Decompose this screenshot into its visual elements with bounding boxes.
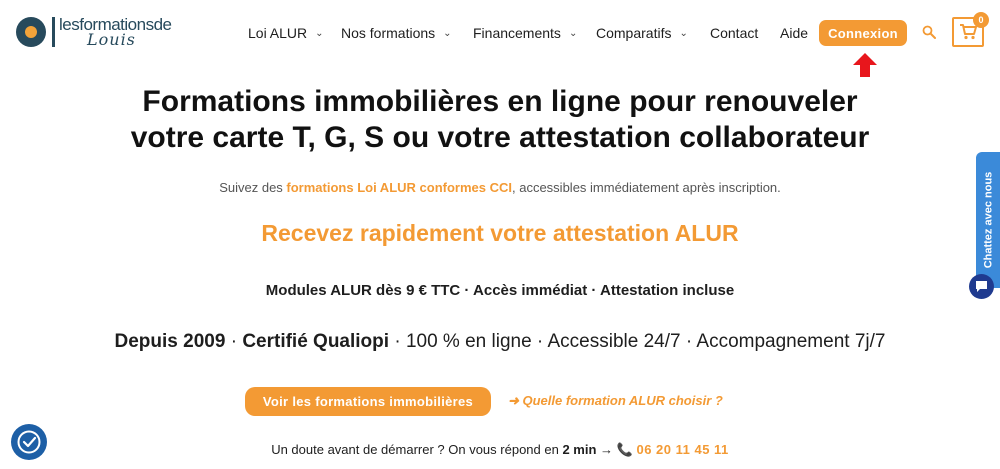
logo-mark xyxy=(16,17,46,47)
hero-title-line2: votre carte T, G, S ou votre attestation… xyxy=(130,121,870,154)
cart-count-badge: 0 xyxy=(973,12,989,28)
hero-subline: Suivez des formations Loi ALUR conformes… xyxy=(0,180,1000,195)
chat-tab[interactable]: Chattez avec nous xyxy=(976,152,1000,288)
chevron-down-icon: ⌄ xyxy=(568,27,578,39)
nav-label: Nos formations xyxy=(341,25,436,41)
subline-highlight-link[interactable]: formations Loi ALUR conformes CCI xyxy=(286,180,512,195)
trust-separator: · xyxy=(225,331,243,352)
chat-tab-label: Chattez avec nous xyxy=(982,171,994,269)
accessibility-glyph xyxy=(17,430,41,454)
which-formation-link[interactable]: ➜ Quelle formation ALUR choisir ? xyxy=(508,393,723,409)
nav-label: Contact xyxy=(710,25,759,41)
connexion-button[interactable]: Connexion xyxy=(819,20,907,46)
logo-line2: Louis xyxy=(87,30,136,49)
modules-line: Modules ALUR dès 9 € TTC · Accès immédia… xyxy=(265,282,735,299)
logo-bar xyxy=(52,17,55,47)
contact-line: Un doute avant de démarrer ? On vous rép… xyxy=(0,442,1000,458)
phone-icon: 📞 xyxy=(616,442,633,457)
contact-arrow: → xyxy=(596,442,617,457)
red-up-arrow-icon xyxy=(853,53,877,77)
search-icon[interactable] xyxy=(922,25,936,39)
nav-item-aide[interactable]: Aide xyxy=(780,22,808,44)
nav-item-loi-alur[interactable]: Loi ALUR ⌄ xyxy=(248,22,324,44)
view-formations-button[interactable]: Voir les formations immobilières xyxy=(245,387,491,416)
trust-qualiopi: Certifié Qualiopi xyxy=(242,331,390,352)
chevron-down-icon: ⌄ xyxy=(679,27,688,39)
chat-bubble-glyph xyxy=(976,281,987,292)
nav-label: Comparatifs xyxy=(596,25,672,41)
contact-time: 2 min xyxy=(562,442,597,457)
phone-number-link[interactable]: 06 20 11 45 11 xyxy=(636,442,728,457)
trust-line: Depuis 2009 · Certifié Qualiopi · 100 % … xyxy=(0,331,1000,353)
hero-title: Formations immobilières en ligne pour re… xyxy=(0,84,1000,156)
contact-prefix: Un doute avant de démarrer ? On vous rép… xyxy=(271,442,563,457)
site-logo[interactable]: lesformationsde Louis xyxy=(16,16,172,48)
trust-rest: · 100 % en ligne · Accessible 24/7 · Acc… xyxy=(389,331,886,352)
nav-label: Financements xyxy=(473,25,561,41)
accessibility-icon[interactable] xyxy=(11,424,47,460)
trust-since: Depuis 2009 xyxy=(114,331,226,352)
hero-title-line1: Formations immobilières en ligne pour re… xyxy=(142,85,858,118)
nav-label: Loi ALUR xyxy=(248,25,308,41)
chevron-down-icon: ⌄ xyxy=(315,27,324,39)
subline-prefix: Suivez des xyxy=(219,180,287,195)
nav-item-financements[interactable]: Financements ⌄ xyxy=(473,22,577,44)
chat-icon[interactable] xyxy=(969,274,994,299)
nav-item-comparatifs[interactable]: Comparatifs ⌄ xyxy=(596,22,688,44)
nav-label: Aide xyxy=(780,25,809,41)
nav-item-nos-formations[interactable]: Nos formations ⌄ xyxy=(341,22,452,44)
logo-text: lesformationsde Louis xyxy=(59,16,172,48)
attestation-heading: Recevez rapidement votre attestation ALU… xyxy=(261,220,739,246)
cart-icon xyxy=(960,24,977,40)
chevron-down-icon: ⌄ xyxy=(443,27,452,39)
subline-suffix: , accessibles immédiatement après inscri… xyxy=(512,180,781,195)
nav-item-contact[interactable]: Contact xyxy=(710,22,758,44)
